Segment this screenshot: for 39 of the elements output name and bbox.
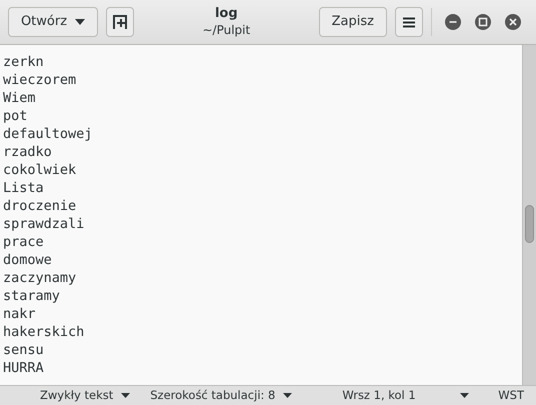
text-line: Wiem (3, 89, 36, 107)
text-line: nakr (3, 305, 36, 323)
window-subtitle: ~/Pulpit (202, 22, 250, 38)
text-line: HURRA (3, 359, 44, 377)
menu-button[interactable] (395, 7, 423, 37)
new-document-icon (112, 14, 128, 30)
text-line: sensu (3, 341, 44, 359)
text-line: hakerskich (3, 323, 84, 341)
tab-width-selector[interactable]: Szerokość tabulacji: 8 (150, 386, 292, 404)
text-line: droczenie (3, 197, 76, 215)
text-line: zaczynamy (3, 269, 76, 287)
caret-icon (283, 393, 292, 398)
text-line: cokolwiek (3, 161, 76, 179)
minimize-icon[interactable] (445, 14, 461, 30)
text-line: domowe (3, 251, 52, 269)
maximize-icon[interactable] (475, 14, 491, 30)
save-button[interactable]: Zapisz (318, 7, 387, 37)
menu-icon (403, 16, 415, 28)
scrollbar-thumb[interactable] (525, 205, 534, 243)
text-line: wieczorem (3, 71, 76, 89)
text-line: zerkn (3, 53, 44, 71)
text-line: sprawdzali (3, 215, 84, 233)
language-selector[interactable]: Zwykły tekst (40, 386, 130, 404)
text-line: pot (3, 107, 28, 125)
text-line: defaultowej (3, 125, 92, 143)
text-line: staramy (3, 287, 60, 305)
insert-mode-indicator: WST (498, 386, 524, 404)
new-tab-button[interactable] (106, 7, 134, 37)
text-line: Lista (3, 179, 44, 197)
open-button[interactable]: Otwórz (8, 7, 98, 37)
caret-icon (75, 19, 86, 25)
scrollbar[interactable] (522, 45, 536, 385)
cursor-position-selector[interactable]: Wrsz 1, kol 1 (342, 386, 469, 404)
text-line: prace (3, 233, 44, 251)
close-icon[interactable] (505, 14, 521, 30)
window-title: log (214, 6, 238, 23)
text-line: rzadko (3, 143, 52, 161)
caret-icon (460, 393, 469, 398)
caret-icon (121, 393, 130, 398)
